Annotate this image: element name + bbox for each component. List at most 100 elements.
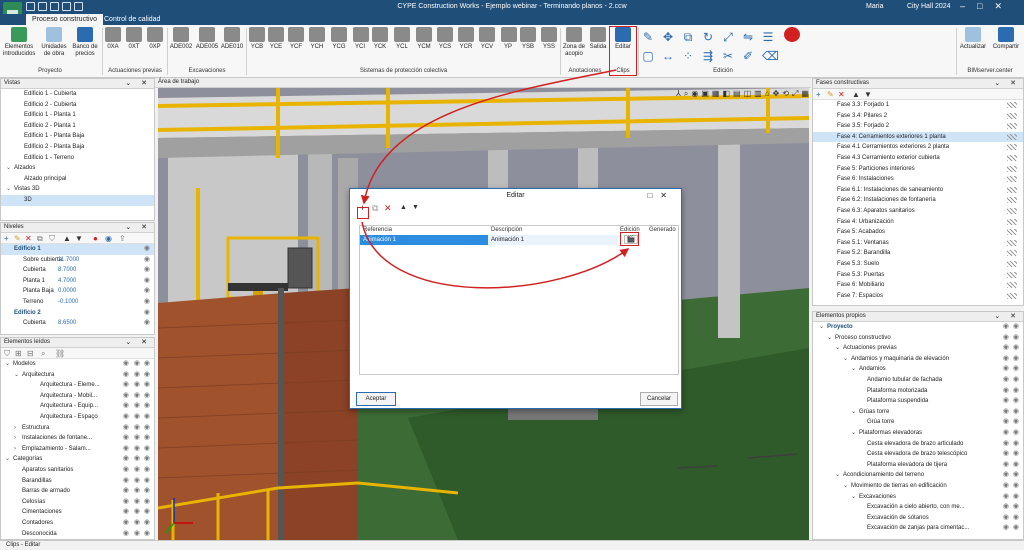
visibility-icon[interactable]: ◉ xyxy=(144,359,150,370)
leido-item[interactable]: Aparatos sanitarios ◉ ◉ ◉ xyxy=(1,465,154,476)
visibility-icon[interactable]: ◉ xyxy=(1003,354,1009,365)
visibility-icon[interactable]: ◉ xyxy=(1013,513,1019,524)
propio-item[interactable]: Grúa torre ◉ ◉ xyxy=(813,417,1023,428)
expand-toggle-icon[interactable]: ⌄ xyxy=(14,370,19,381)
propio-item[interactable]: Cesta elevadora de brazo articulado ◉ ◉ xyxy=(813,439,1023,450)
yck-button[interactable]: YCK xyxy=(372,27,388,51)
pattern-icon[interactable] xyxy=(1007,154,1017,161)
fase-item[interactable]: Fase 6.2: Instalaciones de fontanería xyxy=(813,195,1023,206)
visibility-icon[interactable]: ◉ xyxy=(1013,492,1019,503)
compartir-button[interactable]: Compartir xyxy=(990,27,1022,51)
yci-button[interactable]: YCI xyxy=(353,27,369,51)
pattern-icon[interactable] xyxy=(1007,165,1017,172)
propio-item[interactable]: Excavación a cielo abierto, con me... ◉ ◉ xyxy=(813,502,1023,513)
layers-icon[interactable]: ▦ xyxy=(712,89,720,99)
descripcion-cell[interactable]: Animación 1 xyxy=(488,235,618,245)
pencil-icon[interactable]: ✎ xyxy=(642,31,654,43)
pattern-icon[interactable] xyxy=(1007,176,1017,183)
vista-item[interactable]: Edificio 2 - Planta Baja xyxy=(1,142,154,153)
fase-item[interactable]: Fase 5: Particiones interiores xyxy=(813,164,1023,175)
visibility-icon[interactable]: ◉ xyxy=(1003,481,1009,492)
fase-item[interactable]: Fase 4: Cerramientos exteriores 1 planta xyxy=(813,131,1023,143)
visibility-icon[interactable]: ◉ xyxy=(134,476,140,487)
move-icon[interactable]: ✥ xyxy=(662,31,674,43)
ych-button[interactable]: YCH xyxy=(309,27,325,51)
grid-icon[interactable]: ▦ xyxy=(801,89,809,99)
visibility-icon[interactable]: ◉ xyxy=(144,297,150,308)
level-item[interactable]: Edificio 2 ◉ xyxy=(1,308,154,319)
visibility-icon[interactable]: ◉ xyxy=(1003,428,1009,439)
visibility-icon[interactable]: ◉ xyxy=(1013,386,1019,397)
filter-icon[interactable]: ⛉ xyxy=(49,234,55,243)
level-item[interactable]: Cubierta 8.6500 ◉ xyxy=(1,318,154,329)
pattern-icon[interactable] xyxy=(1007,271,1017,278)
visibility-icon[interactable]: ◉ xyxy=(144,507,150,518)
visibility-icon[interactable]: ◉ xyxy=(1013,460,1019,471)
vista-item[interactable]: ⌄ Vistas 3D xyxy=(1,184,154,195)
visibility-icon[interactable]: ◉ xyxy=(123,507,129,518)
propio-item[interactable]: ⌄ Movimiento de tierras en edificación ◉ ◉ xyxy=(813,481,1023,492)
visibility-icon[interactable]: ◉ xyxy=(134,529,140,540)
leido-item[interactable]: Celosías ◉ ◉ ◉ xyxy=(1,497,154,508)
propio-item[interactable]: ⌄ Plataformas elevadoras ◉ ◉ xyxy=(813,428,1023,439)
fase-item[interactable]: Fase 5: Acabados xyxy=(813,227,1023,238)
fase-item[interactable]: Fase 3.5: Forjado 2 xyxy=(813,121,1023,132)
project-name[interactable]: City Hall 2024 xyxy=(907,3,951,10)
leido-item[interactable]: Barras de armado ◉ ◉ ◉ xyxy=(1,486,154,497)
visibility-icon[interactable]: ◉ xyxy=(144,276,150,287)
visibility-icon[interactable]: ◉ xyxy=(1013,439,1019,450)
visibility-icon[interactable]: ◉ xyxy=(123,486,129,497)
expand-toggle-icon[interactable]: ⌄ xyxy=(851,428,856,439)
leido-item[interactable]: Arquitectura - Mobil... ◉ ◉ ◉ xyxy=(1,391,154,402)
user-name[interactable]: Maria xyxy=(866,3,884,10)
cancelar-button[interactable]: Cancelar xyxy=(640,392,678,406)
visibility-icon[interactable]: ◉ xyxy=(144,529,150,540)
leido-item[interactable]: ⌄ Arquitectura ◉ ◉ ◉ xyxy=(1,370,154,381)
fase-item[interactable]: Fase 3.4: Pilares 2 xyxy=(813,111,1023,122)
scale-icon[interactable]: ⤢ xyxy=(722,31,734,43)
visibility-icon[interactable]: ◉ xyxy=(123,359,129,370)
fase-item[interactable]: Fase 5.2: Barandilla xyxy=(813,248,1023,259)
ycb-button[interactable]: YCB xyxy=(249,27,265,51)
oxp-button[interactable]: 0XP xyxy=(146,27,164,51)
propio-item[interactable]: ⌄ Proyecto ◉ ◉ xyxy=(813,322,1023,333)
yss-button[interactable]: YSS xyxy=(541,27,557,51)
visibility-icon[interactable]: ◉ xyxy=(134,359,140,370)
level-item[interactable]: Planta 1 4.7000 ◉ xyxy=(1,276,154,287)
pan-icon[interactable]: ✥ xyxy=(773,89,780,99)
delete-icon[interactable]: ✕ xyxy=(25,234,32,243)
panel-controls[interactable]: ⌄ ✕ xyxy=(125,79,151,87)
fase-item[interactable]: Fase 4.3 Cerramiento exterior cubierta xyxy=(813,153,1023,164)
visibility-icon[interactable]: ◉ xyxy=(123,444,129,455)
select-icon[interactable]: ▢ xyxy=(642,50,654,62)
visibility-icon[interactable]: ◉ xyxy=(134,401,140,412)
expand-toggle-icon[interactable]: ⌄ xyxy=(6,163,11,174)
ade005-button[interactable]: ADE005 xyxy=(195,27,219,51)
level-item[interactable]: Edificio 1 ◉ xyxy=(1,244,154,255)
pattern-icon[interactable] xyxy=(1007,229,1017,236)
pattern-icon[interactable] xyxy=(1007,250,1017,257)
delete-button[interactable] xyxy=(784,27,800,44)
visibility-icon[interactable]: ◉ xyxy=(134,433,140,444)
expand-toggle-icon[interactable]: › xyxy=(14,444,16,455)
panel-controls[interactable]: ⌄ ✕ xyxy=(994,79,1020,87)
up-icon[interactable]: ▲ xyxy=(852,90,860,99)
visibility-icon[interactable]: ◉ xyxy=(123,465,129,476)
visibility-icon[interactable]: ◉ xyxy=(144,286,150,297)
fit-icon[interactable]: ⤢ xyxy=(792,89,798,99)
fase-item[interactable]: Fase 6.3: Aparatos sanitarios xyxy=(813,206,1023,217)
visibility-icon[interactable]: ◉ xyxy=(144,454,150,465)
expand-toggle-icon[interactable]: ⌄ xyxy=(5,454,10,465)
referencia-cell[interactable]: Animación 1 xyxy=(360,235,488,245)
expand-toggle-icon[interactable]: ⌄ xyxy=(835,470,840,481)
copy-icon[interactable]: ⧉ xyxy=(682,31,694,43)
column-generado[interactable]: Generado xyxy=(649,227,676,233)
visibility-icon[interactable]: ◉ xyxy=(144,465,150,476)
fase-item[interactable]: Fase 4: Urbanización xyxy=(813,217,1023,228)
fase-item[interactable]: Fase 5.3: Suelo xyxy=(813,259,1023,270)
visibility-icon[interactable]: ◉ xyxy=(144,244,150,255)
visibility-icon[interactable]: ◉ xyxy=(123,391,129,402)
level-item[interactable]: Cubierta 8.7000 ◉ xyxy=(1,265,154,276)
fase-item[interactable]: Fase 6.1: Instalaciones de saneamiento xyxy=(813,185,1023,196)
edit-icon[interactable]: ✎ xyxy=(827,90,834,99)
